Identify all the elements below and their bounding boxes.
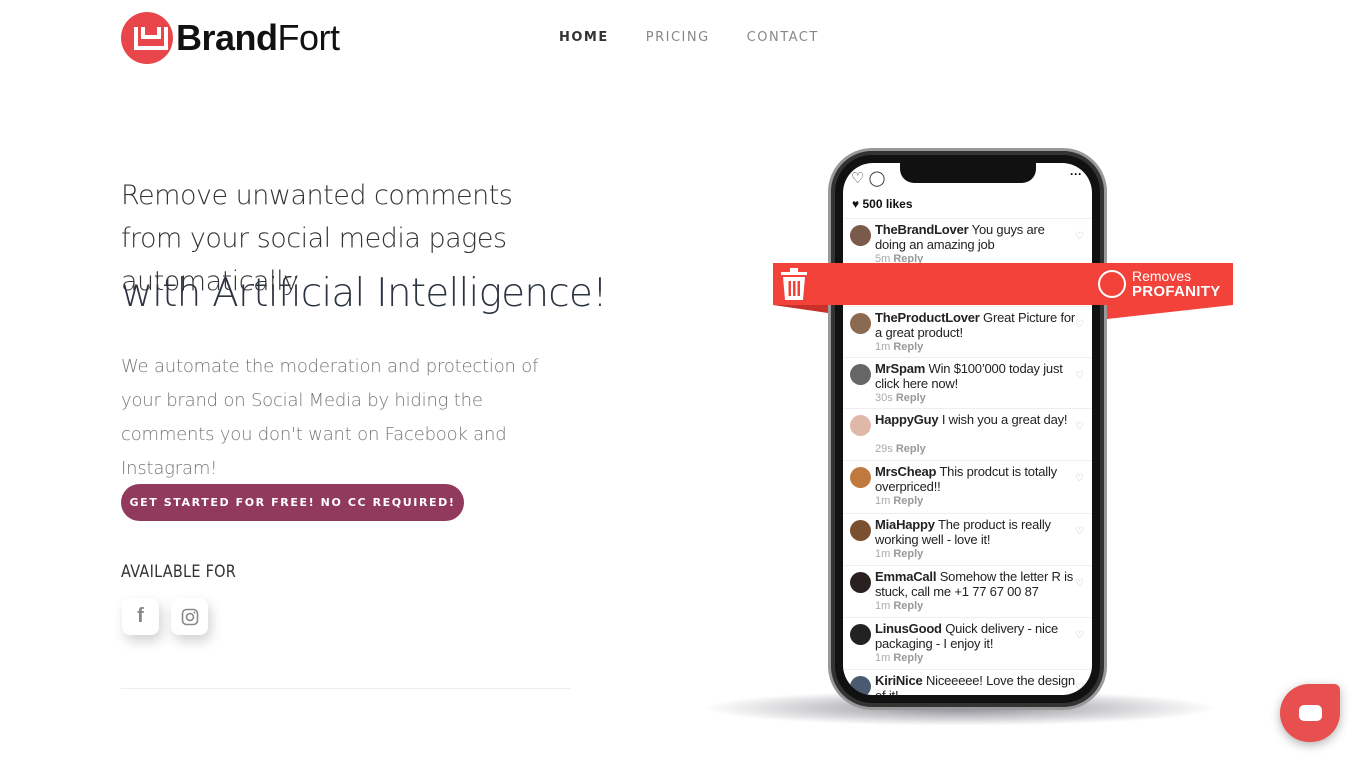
avatar (850, 225, 871, 246)
brandfort-badge-icon (1098, 270, 1126, 298)
like-heart-icon[interactable]: ♡ (1075, 682, 1084, 693)
reply-link[interactable]: Reply (896, 392, 926, 404)
comment-text: TheProductLover Great Picture for a grea… (875, 310, 1076, 340)
comment-text: MrsCheap This prodcut is totally overpri… (875, 464, 1057, 494)
comment-user: TheProductLover (875, 310, 980, 325)
comment-user: MrsCheap (875, 464, 937, 479)
hero-headline-emphasis: with Artificial Intelligence! (121, 271, 608, 316)
like-heart-icon[interactable]: ♡ (1075, 319, 1084, 330)
comment-item: MiaHappy The product is really working w… (843, 513, 1092, 565)
comment-item: KiriNice Niceeeee! Love the design of it… (843, 669, 1092, 695)
comment-user: EmmaCall (875, 569, 937, 584)
comment-text: LinusGood Quick delivery - nice packagin… (875, 621, 1059, 651)
nav-contact[interactable]: CONTACT (747, 30, 819, 45)
avatar (850, 520, 871, 541)
like-heart-icon[interactable]: ♡ (1075, 473, 1084, 484)
comment-user: KiriNice (875, 673, 923, 688)
brand-logo[interactable]: BrandFort (121, 12, 340, 64)
reply-link[interactable]: Reply (893, 341, 923, 353)
phone-screen: ♡ ◯ ··· ♥ 500 likes TheBrandLover You gu… (843, 163, 1092, 695)
comment-meta: 30s Reply (875, 392, 926, 404)
comment-user: TheBrandLover (875, 222, 969, 237)
heart-icon: ♡ (851, 170, 865, 187)
comment-text: TheBrandLover You guys are doing an amaz… (875, 222, 1045, 252)
hero-description: We automate the moderation and protectio… (121, 356, 539, 479)
phone-notch (900, 163, 1036, 183)
comment-item: MrSpam Win $100’000 today just click her… (843, 357, 1092, 409)
main-nav: HOME PRICING CONTACT (559, 30, 856, 45)
reply-link[interactable]: Reply (893, 548, 923, 560)
brandfort-logo-icon (121, 12, 173, 64)
instagram-icon (181, 608, 198, 625)
reply-link[interactable]: Reply (896, 443, 926, 455)
like-heart-icon[interactable]: ♡ (1075, 421, 1084, 432)
like-heart-icon[interactable]: ♡ (1075, 630, 1084, 641)
like-heart-icon[interactable]: ♡ (1075, 231, 1084, 242)
reply-link[interactable]: Reply (893, 652, 923, 664)
avatar (850, 572, 871, 593)
comment-meta: 1m Reply (875, 495, 924, 507)
divider (121, 688, 570, 689)
comment-item: EmmaCall Somehow the letter R is stuck, … (843, 565, 1092, 617)
avatar (850, 676, 871, 695)
comment-text: EmmaCall Somehow the letter R is stuck, … (875, 569, 1074, 599)
reply-link[interactable]: Reply (893, 600, 923, 612)
comment-user: MiaHappy (875, 517, 935, 532)
comment-icon: ◯ (868, 170, 886, 187)
facebook-icon: f (137, 605, 144, 627)
comment-meta: 1m Reply (875, 600, 924, 612)
comment-text: MrSpam Win $100’000 today just click her… (875, 361, 1063, 391)
more-icon: ··· (1070, 167, 1082, 181)
brand-name: BrandFort (176, 17, 340, 58)
avatar (850, 313, 871, 334)
banner-fold-left (773, 305, 828, 313)
comment-text: MiaHappy The product is really working w… (875, 517, 1051, 547)
comment-user: LinusGood (875, 621, 942, 636)
avatar (850, 364, 871, 385)
nav-home[interactable]: HOME (559, 30, 609, 45)
like-heart-icon[interactable]: ♡ (1075, 370, 1084, 381)
comment-item: LinusGood Quick delivery - nice packagin… (843, 617, 1092, 669)
available-for-label: AVAILABLE FOR (121, 562, 237, 582)
comment-meta: 1m Reply (875, 341, 924, 353)
like-heart-icon[interactable]: ♡ (1075, 526, 1084, 537)
nav-pricing[interactable]: PRICING (646, 30, 710, 45)
comment-meta: 1m Reply (875, 548, 924, 560)
get-started-button[interactable]: GET STARTED FOR FREE! NO CC REQUIRED! (121, 484, 464, 521)
comment-text: KiriNice Niceeeee! Love the design of it… (875, 673, 1075, 695)
likes-count: ♥ 500 likes (852, 197, 913, 211)
banner-text: Removes PROFANITY (1132, 268, 1221, 300)
post-action-icons: ♡ ◯ (851, 169, 885, 187)
reply-link[interactable]: Reply (893, 495, 923, 507)
avatar (850, 624, 871, 645)
comment-meta: 1m Reply (875, 652, 924, 664)
comment-item: MrsCheap This prodcut is totally overpri… (843, 460, 1092, 512)
comment-user: MrSpam (875, 361, 926, 376)
comment-user: HappyGuy (875, 412, 939, 427)
like-heart-icon[interactable]: ♡ (1075, 578, 1084, 589)
banner-fold-right (1107, 305, 1233, 319)
avatar (850, 467, 871, 488)
comment-text: HappyGuy I wish you a great day! (875, 412, 1068, 427)
facebook-button[interactable]: f (122, 598, 159, 635)
comment-meta: 29s Reply (875, 443, 926, 455)
chat-widget-button[interactable] (1280, 684, 1340, 742)
comment-item: TheProductLover Great Picture for a grea… (843, 306, 1092, 358)
avatar (850, 415, 871, 436)
comment-item: HappyGuy I wish you a great day! 29s Rep… (843, 408, 1092, 460)
chat-icon (1299, 705, 1322, 721)
trash-icon (781, 268, 807, 300)
instagram-button[interactable] (171, 598, 208, 635)
